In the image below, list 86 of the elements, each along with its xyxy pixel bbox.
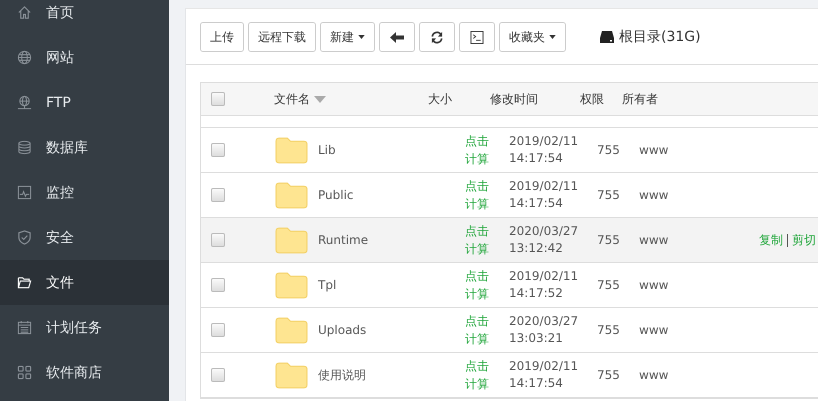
caret-icon (358, 35, 365, 39)
sidebar-item[interactable]: 软件商店 (0, 350, 169, 395)
sort-caret-icon (314, 96, 326, 102)
sidebar-item[interactable]: 网站 (0, 35, 169, 80)
hard-drive-icon (600, 31, 614, 43)
column-header[interactable]: 修改时间 (490, 90, 580, 108)
checkbox[interactable] (211, 278, 225, 292)
time-text: 14:17:54 (509, 150, 564, 167)
back-button[interactable] (379, 22, 415, 52)
folder-icon (275, 272, 308, 298)
owner-text: www (639, 233, 670, 247)
permission-text: 755 (597, 233, 621, 247)
owner-text: www (639, 278, 670, 292)
left-arrow-icon (390, 30, 404, 44)
column-header[interactable]: 所有者 (622, 90, 682, 108)
checkbox[interactable] (211, 188, 225, 202)
permission-text: 755 (597, 368, 621, 382)
dropdown-button[interactable]: 新建 (320, 22, 375, 52)
folder-icon (275, 136, 308, 164)
checkbox[interactable] (211, 143, 225, 157)
date-text: 2019/02/11 (509, 358, 580, 375)
refresh-button[interactable] (419, 22, 455, 52)
refresh-icon (430, 30, 444, 44)
database-icon (17, 140, 32, 155)
checkbox[interactable] (211, 323, 225, 337)
globe-icon (17, 50, 32, 65)
shield-icon (17, 230, 32, 245)
date-text: 2019/02/11 (509, 133, 580, 150)
checkbox[interactable] (211, 92, 225, 106)
dropdown-button[interactable]: 收藏夹 (499, 22, 566, 52)
file-name[interactable]: Public (318, 188, 354, 202)
owner-text: www (639, 323, 670, 337)
file-row[interactable]: 使用说明 点击计算 2019/02/11 14:17:54 755 www (201, 353, 818, 398)
grid-icon (17, 365, 32, 380)
folder-icon (275, 316, 308, 344)
calendar-icon (17, 320, 32, 335)
permission-text: 755 (597, 143, 621, 157)
caret-icon (549, 35, 556, 39)
file-row[interactable]: Lib 点击计算 2019/02/11 14:17:54 755 www (201, 128, 818, 173)
sidebar-item[interactable]: 文件 (0, 260, 169, 305)
time-text: 14:17:54 (509, 375, 564, 392)
file-name[interactable]: 使用说明 (318, 366, 366, 384)
terminal-button[interactable] (459, 22, 495, 52)
folder-icon (275, 226, 308, 254)
date-text: 2019/02/11 (509, 268, 580, 285)
permission-text: 755 (597, 188, 621, 202)
file-row[interactable]: Uploads 点击计算 2020/03/27 13:03:21 755 www (201, 308, 818, 353)
sidebar-item[interactable]: 安全 (0, 215, 169, 260)
toolbar-button[interactable]: 远程下载 (248, 22, 316, 52)
terminal-icon (470, 30, 484, 44)
owner-text: www (639, 188, 670, 202)
date-text: 2020/03/27 (509, 223, 580, 240)
time-text: 14:17:54 (509, 195, 564, 212)
time-text: 14:17:52 (509, 285, 564, 302)
file-name[interactable]: Runtime (318, 233, 368, 247)
time-text: 13:12:42 (509, 240, 564, 257)
date-text: 2019/02/11 (509, 178, 580, 195)
file-row[interactable]: Tpl 点击计算 2019/02/11 14:17:52 755 www (201, 263, 818, 308)
checkbox[interactable] (211, 368, 225, 382)
toolbar-button[interactable]: 上传 (200, 22, 244, 52)
owner-text: www (639, 143, 670, 157)
file-name[interactable]: Tpl (318, 278, 336, 292)
folder-icon (17, 275, 32, 290)
folder-icon (275, 182, 308, 208)
sidebar-item[interactable]: 监控 (0, 170, 169, 215)
permission-text: 755 (597, 278, 621, 292)
checkbox[interactable] (211, 233, 225, 247)
date-text: 2020/03/27 (509, 313, 580, 330)
file-name[interactable]: Lib (318, 143, 336, 157)
sidebar-item[interactable]: 首页 (0, 0, 169, 35)
file-row[interactable]: Runtime 点击计算 2020/03/27 13:12:42 755 www 复制 剪切 (201, 218, 818, 263)
network-globe-icon (17, 95, 32, 110)
sidebar-item[interactable]: 数据库 (0, 125, 169, 170)
column-header[interactable]: 大小 (428, 90, 490, 108)
chart-icon (17, 185, 32, 200)
sidebar-item[interactable]: 计划任务 (0, 305, 169, 350)
owner-text: www (639, 368, 670, 382)
sidebar-item[interactable]: FTP (0, 80, 169, 125)
column-header[interactable]: 权限 (580, 90, 622, 108)
file-name[interactable]: Uploads (318, 323, 366, 337)
folder-icon (275, 362, 308, 388)
time-text: 13:03:21 (509, 330, 564, 347)
home-icon (17, 5, 32, 20)
disk-label: 根目录(31G) (619, 28, 701, 46)
permission-text: 755 (597, 323, 621, 337)
column-header[interactable]: 文件名 (274, 90, 310, 108)
